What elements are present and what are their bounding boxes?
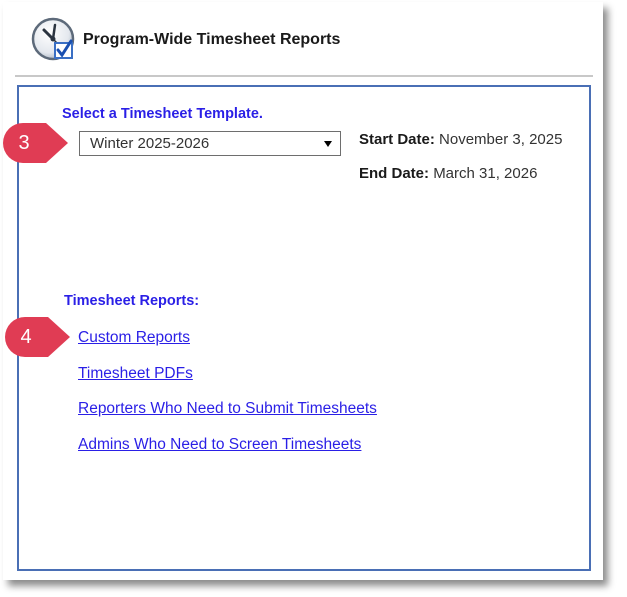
template-label: Select a Timesheet Template. (62, 106, 263, 122)
content-panel: Select a Timesheet Template. Winter 2025… (17, 85, 591, 571)
dropdown-arrow-icon (324, 140, 332, 147)
custom-reports-link[interactable]: Custom Reports (78, 329, 190, 347)
start-date: Start Date: November 3, 2025 (359, 131, 562, 148)
report-card: Program-Wide Timesheet Reports Select a … (3, 2, 603, 580)
template-select-value: Winter 2025-2026 (90, 135, 210, 152)
timesheet-pdfs-link[interactable]: Timesheet PDFs (78, 365, 193, 383)
end-date: End Date: March 31, 2026 (359, 165, 537, 182)
start-date-label: Start Date: (359, 131, 435, 148)
header: Program-Wide Timesheet Reports (31, 14, 340, 66)
callout-badge-4: 4 (4, 316, 72, 358)
reporters-submit-link[interactable]: Reporters Who Need to Submit Timesheets (78, 400, 377, 418)
admins-screen-link[interactable]: Admins Who Need to Screen Timesheets (78, 436, 361, 454)
end-date-value: March 31, 2026 (433, 165, 538, 182)
callout-number: 3 (18, 131, 30, 154)
page: Program-Wide Timesheet Reports Select a … (0, 0, 627, 597)
header-divider (15, 75, 593, 77)
reports-label: Timesheet Reports: (64, 293, 200, 309)
callout-badge-3: 3 (2, 122, 70, 164)
callout-number: 4 (20, 325, 32, 348)
clock-checkmark-icon (31, 17, 77, 63)
page-title: Program-Wide Timesheet Reports (83, 31, 341, 48)
end-date-label: End Date: (359, 165, 430, 182)
template-select[interactable]: Winter 2025-2026 (79, 131, 341, 156)
start-date-value: November 3, 2025 (439, 131, 563, 148)
